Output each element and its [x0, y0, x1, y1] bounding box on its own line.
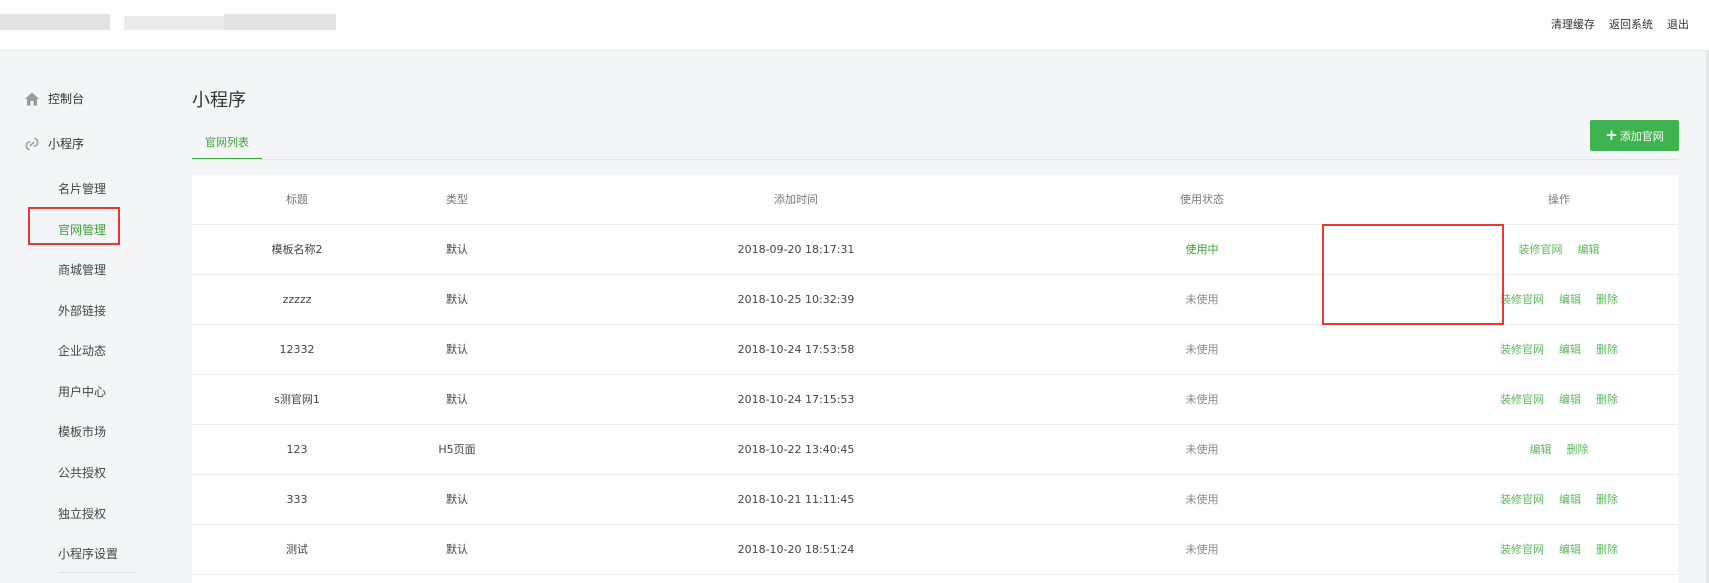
- table-row: 123 H5页面 2018-10-22 13:40:45 未使用 编辑 删除: [192, 425, 1678, 475]
- add-website-button[interactable]: + 添加官网: [1590, 120, 1679, 151]
- cell-title: 123: [286, 443, 308, 456]
- status-badge: 未使用: [1185, 543, 1219, 556]
- cell-type: 默认: [446, 493, 468, 506]
- sidebar-item-template-market[interactable]: 模板市场: [58, 423, 106, 440]
- status-badge: 未使用: [1185, 343, 1219, 356]
- column-header-title: 标题: [286, 193, 308, 206]
- clear-cache-link[interactable]: 清理缓存: [1551, 16, 1595, 32]
- blurred-title: [124, 16, 224, 30]
- column-header-time: 添加时间: [774, 193, 818, 206]
- sidebar-item-user-center[interactable]: 用户中心: [58, 383, 106, 400]
- status-badge: 使用中: [1185, 243, 1219, 256]
- add-website-label: 添加官网: [1619, 129, 1664, 143]
- decorate-website-link[interactable]: 装修官网: [1500, 525, 1544, 575]
- row-actions: 装修官网 编辑 删除: [1454, 525, 1664, 575]
- page-title: 小程序: [192, 90, 246, 111]
- column-header-status: 使用状态: [1180, 193, 1224, 206]
- row-actions: 装修官网 编辑 删除: [1454, 475, 1664, 525]
- edit-link[interactable]: 编辑: [1559, 525, 1581, 575]
- table-row: s测官网1 默认 2018-10-24 17:15:53 未使用 装修官网 编辑 删除: [192, 375, 1678, 425]
- cell-title: s测官网1: [274, 393, 320, 406]
- tab-divider: [192, 159, 1678, 160]
- decorate-website-link[interactable]: 装修官网: [1500, 275, 1544, 325]
- highlight-box-actions: [1322, 224, 1504, 325]
- sidebar-item-dashboard[interactable]: 控制台: [24, 90, 84, 107]
- sidebar-item-miniprogram-settings[interactable]: 小程序设置: [58, 545, 118, 562]
- cell-type: 默认: [446, 293, 468, 306]
- cell-type: 默认: [446, 243, 468, 256]
- row-actions: 编辑 删除: [1454, 425, 1664, 475]
- blurred-logo: [0, 14, 110, 30]
- cell-title: zzzzz: [282, 293, 312, 306]
- sidebar-item-label: 控制台: [48, 92, 85, 106]
- cell-title: 12332: [279, 343, 315, 356]
- sidebar-item-card-management[interactable]: 名片管理: [58, 180, 106, 197]
- edit-link[interactable]: 编辑: [1559, 475, 1581, 525]
- sidebar-item-label: 小程序: [48, 137, 85, 151]
- sidebar-item-external-links[interactable]: 外部链接: [58, 302, 106, 319]
- link-icon: [25, 137, 39, 150]
- table-row: 333 默认 2018-10-21 11:11:45 未使用 装修官网 编辑 删除: [192, 475, 1678, 525]
- edit-link[interactable]: 编辑: [1559, 275, 1581, 325]
- decorate-website-link[interactable]: 装修官网: [1500, 375, 1544, 425]
- plus-icon: +: [1605, 126, 1618, 144]
- cell-type: 默认: [446, 543, 468, 556]
- back-to-system-link[interactable]: 返回系统: [1609, 16, 1653, 32]
- row-actions: 装修官网 编辑 删除: [1454, 325, 1664, 375]
- blurred-title-2: [224, 14, 336, 30]
- decorate-website-link[interactable]: 装修官网: [1500, 325, 1544, 375]
- delete-link[interactable]: 删除: [1596, 275, 1618, 325]
- table-row: 12332 默认 2018-10-24 17:53:58 未使用 装修官网 编辑 删除: [192, 325, 1678, 375]
- sidebar-item-company-news[interactable]: 企业动态: [58, 342, 106, 359]
- cell-time: 2018-10-24 17:15:53: [737, 393, 855, 406]
- status-badge: 未使用: [1185, 393, 1219, 406]
- decorate-website-link[interactable]: 装修官网: [1519, 225, 1563, 275]
- status-badge: 未使用: [1185, 443, 1219, 456]
- delete-link[interactable]: 删除: [1567, 425, 1589, 475]
- column-header-actions: 操作: [1548, 193, 1570, 206]
- delete-link[interactable]: 删除: [1596, 375, 1618, 425]
- table-row: 测试 默认 2018-10-20 18:51:24 未使用 装修官网 编辑 删除: [192, 525, 1678, 575]
- edit-link[interactable]: 编辑: [1578, 225, 1600, 275]
- highlight-box-sidebar: [28, 207, 120, 245]
- cell-time: 2018-10-21 11:11:45: [737, 493, 855, 506]
- cell-time: 2018-10-22 13:40:45: [737, 443, 855, 456]
- tab-website-list[interactable]: 官网列表: [192, 132, 262, 160]
- decorate-website-link[interactable]: 装修官网: [1500, 475, 1544, 525]
- cell-type: H5页面: [438, 443, 476, 456]
- sidebar-item-public-auth[interactable]: 公共授权: [58, 464, 106, 481]
- delete-link[interactable]: 删除: [1596, 525, 1618, 575]
- home-icon: [25, 92, 39, 105]
- edit-link[interactable]: 编辑: [1559, 375, 1581, 425]
- table-header-row: 标题 类型 添加时间 使用状态 操作: [192, 175, 1678, 225]
- sidebar-divider: [58, 572, 136, 573]
- edit-link[interactable]: 编辑: [1530, 425, 1552, 475]
- cell-time: 2018-10-25 10:32:39: [737, 293, 855, 306]
- cell-time: 2018-10-20 18:51:24: [737, 543, 855, 556]
- status-badge: 未使用: [1185, 293, 1219, 306]
- header-links: 清理缓存 返回系统 退出: [1551, 16, 1689, 32]
- cell-time: 2018-10-24 17:53:58: [737, 343, 855, 356]
- cell-title: 模板名称2: [271, 243, 323, 256]
- row-actions: 装修官网 编辑 删除: [1454, 375, 1664, 425]
- delete-link[interactable]: 删除: [1596, 325, 1618, 375]
- sidebar: 控制台 小程序 名片管理 官网管理 商城管理 外部链接 企业动态 用户中心 模板…: [0, 50, 160, 583]
- status-badge: 未使用: [1185, 493, 1219, 506]
- logout-link[interactable]: 退出: [1667, 16, 1689, 32]
- cell-type: 默认: [446, 343, 468, 356]
- edit-link[interactable]: 编辑: [1559, 325, 1581, 375]
- delete-link[interactable]: 删除: [1596, 475, 1618, 525]
- column-header-type: 类型: [446, 193, 468, 206]
- sidebar-item-independent-auth[interactable]: 独立授权: [58, 505, 106, 522]
- cell-title: 333: [286, 493, 308, 506]
- cell-type: 默认: [446, 393, 468, 406]
- cell-title: 测试: [286, 543, 308, 556]
- top-header: 清理缓存 返回系统 退出: [0, 0, 1709, 51]
- cell-time: 2018-09-20 18:17:31: [737, 243, 855, 256]
- sidebar-item-mall-management[interactable]: 商城管理: [58, 261, 106, 278]
- sidebar-item-miniprogram[interactable]: 小程序: [24, 135, 84, 152]
